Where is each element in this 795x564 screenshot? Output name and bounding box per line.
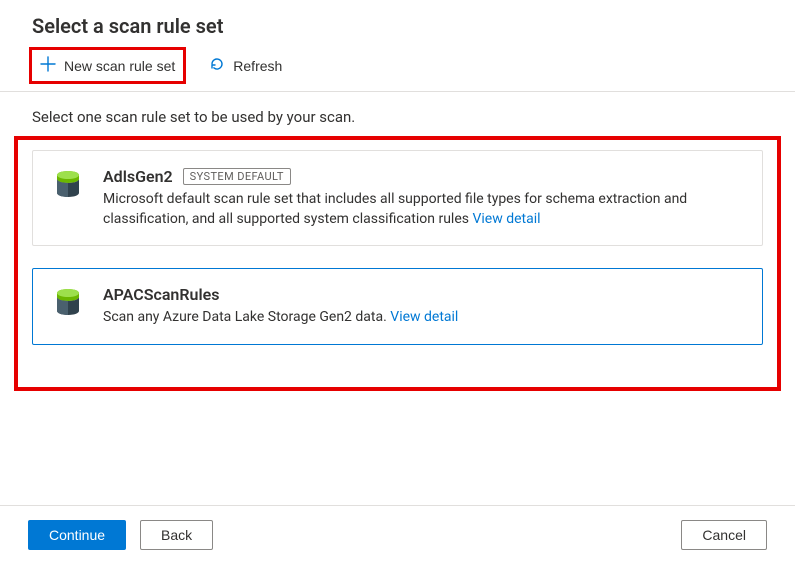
footer: Continue Back Cancel — [0, 505, 795, 564]
page-title: Select a scan rule set — [0, 0, 795, 44]
rule-title: APACScanRules — [103, 285, 219, 304]
refresh-label: Refresh — [233, 58, 282, 74]
instruction-text: Select one scan rule set to be used by y… — [0, 92, 795, 136]
system-default-badge: SYSTEM DEFAULT — [183, 168, 291, 185]
rule-description: Microsoft default scan rule set that inc… — [103, 190, 744, 229]
refresh-button[interactable]: Refresh — [201, 50, 290, 81]
plus-icon — [40, 56, 56, 75]
rule-title: AdlsGen2 — [103, 167, 173, 186]
rule-description: Scan any Azure Data Lake Storage Gen2 da… — [103, 308, 744, 328]
rule-set-list: AdlsGen2 SYSTEM DEFAULT Microsoft defaul… — [18, 140, 777, 387]
view-detail-link[interactable]: View detail — [390, 309, 458, 325]
new-scan-rule-set-label: New scan rule set — [64, 58, 175, 74]
new-scan-rule-set-button[interactable]: New scan rule set — [32, 50, 183, 81]
rule-card-apacscanrules[interactable]: APACScanRules Scan any Azure Data Lake S… — [32, 268, 763, 345]
storage-icon — [55, 287, 81, 328]
rule-card-adlsgen2[interactable]: AdlsGen2 SYSTEM DEFAULT Microsoft defaul… — [32, 150, 763, 246]
refresh-icon — [209, 56, 225, 75]
continue-button[interactable]: Continue — [28, 520, 126, 550]
toolbar: New scan rule set Refresh — [0, 44, 795, 92]
cancel-button[interactable]: Cancel — [681, 520, 767, 550]
storage-icon — [55, 169, 81, 229]
view-detail-link[interactable]: View detail — [472, 211, 540, 227]
back-button[interactable]: Back — [140, 520, 213, 550]
